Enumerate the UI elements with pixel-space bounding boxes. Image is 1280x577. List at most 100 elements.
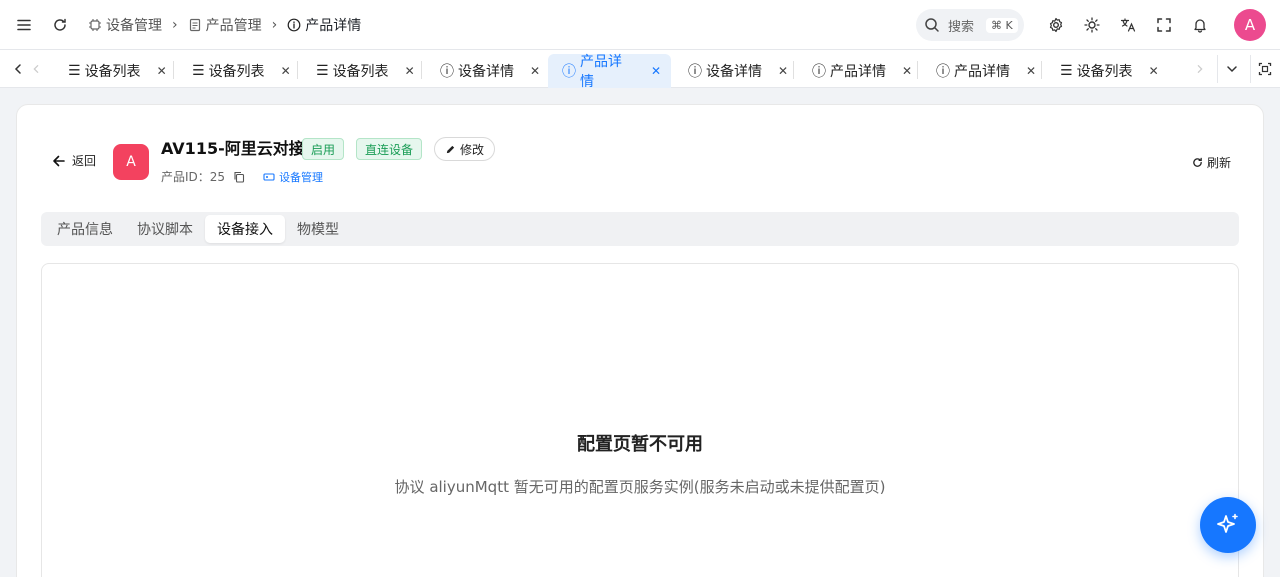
device-management-link[interactable]: 设备管理 — [263, 169, 323, 185]
breadcrumb-item-device-management[interactable]: 设备管理 — [88, 15, 162, 35]
list-icon: ☰ — [1060, 63, 1073, 79]
device-icon — [263, 172, 275, 181]
chevron-down-icon[interactable] — [1217, 55, 1245, 83]
close-icon[interactable]: ✕ — [1149, 64, 1159, 78]
copy-icon[interactable] — [233, 171, 245, 183]
tab-label: 设备列表 — [1076, 64, 1133, 80]
tab-product-info[interactable]: 产品信息 — [45, 215, 125, 243]
chevron-right-icon: › — [172, 17, 178, 33]
breadcrumb: 设备管理 › 产品管理 › 产品详情 — [88, 0, 361, 50]
tab-divider — [297, 61, 298, 79]
breadcrumb-item-product-management[interactable]: 产品管理 — [188, 15, 262, 35]
tab-label: 产品详情 — [830, 64, 886, 80]
translate-icon[interactable] — [1114, 11, 1142, 39]
info-icon: ⓘ — [812, 64, 826, 80]
chevron-right-icon[interactable] — [1186, 55, 1214, 83]
info-icon — [287, 18, 301, 32]
close-icon[interactable]: ✕ — [902, 64, 912, 78]
empty-state-description: 协议 aliyunMqtt 暂无可用的配置页服务实例(服务未启动或未提供配置页) — [394, 478, 886, 496]
tab-label: 设备列表 — [208, 64, 265, 80]
user-avatar[interactable]: A — [1234, 9, 1266, 41]
tab-device-list[interactable]: ☰ 设备列表 ✕ — [306, 54, 425, 88]
ai-assistant-button[interactable] — [1200, 497, 1256, 553]
product-title: AV115-阿里云对接 — [161, 139, 305, 158]
tab-device-detail[interactable]: ⓘ 设备详情 ✕ — [678, 54, 798, 88]
theme-sun-icon[interactable] — [1078, 11, 1106, 39]
tab-divider — [793, 61, 794, 79]
refresh-button[interactable]: 刷新 — [1192, 154, 1231, 171]
tab-device-access[interactable]: 设备接入 — [205, 215, 285, 243]
menu-icon[interactable] — [10, 11, 38, 39]
tab-product-detail[interactable]: ⓘ 产品详情 ✕ — [802, 54, 922, 88]
device-link-label: 设备管理 — [279, 170, 324, 184]
close-icon[interactable]: ✕ — [530, 64, 540, 78]
tab-protocol-script[interactable]: 协议脚本 — [125, 215, 205, 243]
tab-thing-model[interactable]: 物模型 — [285, 215, 351, 243]
tab-label: 产品详情 — [580, 54, 622, 90]
reload-icon[interactable] — [46, 11, 74, 39]
bell-icon[interactable] — [1186, 11, 1214, 39]
list-icon: ☰ — [192, 63, 205, 79]
info-icon: ⓘ — [936, 64, 950, 80]
tab-device-list[interactable]: ☰ 设备列表 ✕ — [182, 54, 301, 88]
tab-label: 设备详情 — [706, 64, 762, 80]
back-label: 返回 — [72, 154, 97, 168]
tab-divider — [1041, 61, 1042, 79]
fullscreen-icon[interactable] — [1150, 11, 1178, 39]
close-icon[interactable]: ✕ — [778, 64, 788, 78]
edit-button[interactable]: 修改 — [434, 137, 496, 161]
status-badge: 启用 — [302, 138, 345, 160]
breadcrumb-label: 产品管理 — [205, 18, 262, 34]
document-icon — [189, 18, 200, 32]
refresh-label: 刷新 — [1207, 156, 1232, 170]
search-button[interactable]: 搜索 ⌘ K — [916, 9, 1024, 41]
tab-divider — [421, 61, 422, 79]
chevron-right-icon: › — [271, 17, 278, 33]
tab-label: 产品详情 — [954, 64, 1010, 80]
tab-device-list[interactable]: ☰ 设备列表 ✕ — [58, 54, 177, 88]
tab-label: 设备列表 — [332, 64, 389, 80]
close-icon[interactable]: ✕ — [405, 64, 415, 78]
chip-icon — [89, 19, 101, 31]
chevron-left-icon[interactable] — [26, 55, 46, 83]
device-type-badge: 直连设备 — [356, 138, 423, 160]
search-label: 搜索 — [948, 19, 975, 35]
sparkle-icon — [1217, 513, 1238, 533]
search-shortcut: ⌘ K — [986, 17, 1018, 33]
product-id: 产品ID：25 — [161, 170, 226, 184]
close-icon[interactable]: ✕ — [281, 64, 291, 78]
breadcrumb-item-product-detail: 产品详情 — [287, 15, 361, 35]
tab-divider — [917, 61, 918, 79]
empty-state-title: 配置页暂不可用 — [577, 434, 703, 455]
breadcrumb-label: 设备管理 — [106, 18, 162, 34]
list-icon: ☰ — [316, 63, 329, 79]
config-panel — [41, 263, 1239, 577]
close-icon[interactable]: ✕ — [1026, 64, 1036, 78]
close-icon[interactable]: ✕ — [157, 64, 167, 78]
edit-label: 修改 — [460, 142, 485, 157]
info-icon: ⓘ — [562, 64, 576, 80]
tab-device-detail[interactable]: ⓘ 设备详情 ✕ — [430, 54, 550, 88]
arrow-left-icon — [53, 155, 65, 166]
tab-product-detail[interactable]: ⓘ 产品详情 ✕ — [926, 54, 1046, 88]
tab-device-list[interactable]: ☰ 设备列表 ✕ — [1050, 54, 1169, 88]
close-icon[interactable]: ✕ — [651, 64, 661, 78]
back-button[interactable]: 返回 — [52, 152, 96, 169]
tab-bar: ☰ 设备列表 ✕ ☰ 设备列表 ✕ ☰ 设备列表 ✕ ⓘ 设备详情 ✕ ⓘ 产品… — [0, 50, 1280, 90]
product-meta: 产品ID：25 设备管理 — [161, 168, 323, 185]
info-icon: ⓘ — [440, 64, 454, 80]
tab-label: 设备详情 — [458, 64, 514, 80]
info-icon: ⓘ — [688, 64, 702, 80]
tab-label: 设备列表 — [84, 64, 141, 80]
search-icon — [925, 18, 939, 32]
detail-tabs: 产品信息 协议脚本 设备接入 物模型 — [41, 212, 1239, 246]
list-icon: ☰ — [68, 63, 81, 79]
top-bar: 设备管理 › 产品管理 › 产品详情 搜索 ⌘ K A — [0, 0, 1280, 50]
breadcrumb-label: 产品详情 — [305, 18, 362, 34]
tab-product-detail[interactable]: ⓘ 产品详情 ✕ — [548, 54, 671, 90]
product-avatar: A — [113, 144, 149, 180]
tab-divider — [173, 61, 174, 79]
settings-icon[interactable] — [1042, 11, 1070, 39]
pencil-icon — [446, 145, 455, 153]
maximize-icon[interactable] — [1250, 55, 1278, 83]
